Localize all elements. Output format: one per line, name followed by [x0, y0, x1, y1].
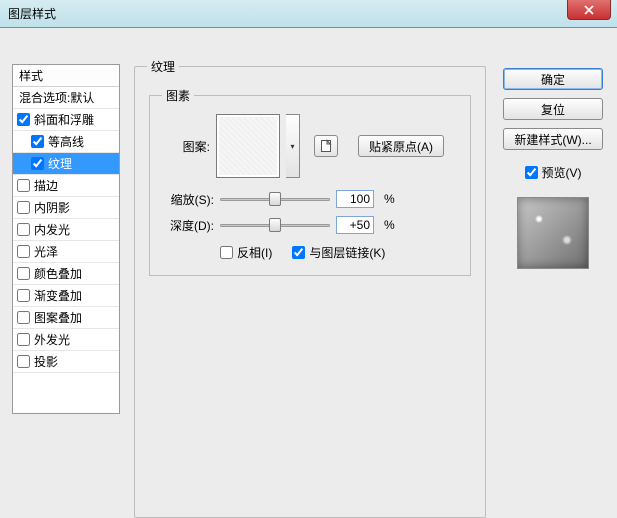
style-item-label: 内阴影: [34, 199, 70, 216]
styles-header[interactable]: 样式: [13, 65, 119, 87]
style-item-label: 描边: [34, 177, 58, 194]
depth-label: 深度(D):: [162, 217, 214, 234]
scale-input[interactable]: [336, 190, 374, 208]
invert-checkbox[interactable]: [220, 246, 233, 259]
chevron-down-icon: ▾: [290, 142, 294, 151]
style-item-8[interactable]: 渐变叠加: [13, 285, 119, 307]
cancel-button[interactable]: 复位: [503, 98, 603, 120]
style-item-checkbox[interactable]: [17, 113, 30, 126]
style-item-label: 渐变叠加: [34, 287, 82, 304]
new-doc-icon: [319, 139, 333, 153]
style-item-label: 纹理: [48, 155, 72, 172]
style-item-label: 斜面和浮雕: [34, 111, 94, 128]
style-item-9[interactable]: 图案叠加: [13, 307, 119, 329]
style-item-6[interactable]: 光泽: [13, 241, 119, 263]
pattern-dropdown[interactable]: ▾: [286, 114, 300, 178]
right-column: 确定 复位 新建样式(W)... 预览(V): [503, 68, 603, 269]
style-item-checkbox[interactable]: [17, 311, 30, 324]
new-style-label: 新建样式(W)...: [514, 133, 591, 147]
style-item-checkbox[interactable]: [17, 289, 30, 302]
link-layer-checkbox-label[interactable]: 与图层链接(K): [292, 244, 385, 261]
style-item-checkbox[interactable]: [17, 179, 30, 192]
style-item-1[interactable]: 等高线: [13, 131, 119, 153]
ok-label: 确定: [541, 73, 565, 87]
style-item-label: 光泽: [34, 243, 58, 260]
style-item-0[interactable]: 斜面和浮雕: [13, 109, 119, 131]
preview-label: 预览(V): [542, 164, 582, 181]
preview-row: 预览(V): [503, 164, 603, 181]
preview-checkbox[interactable]: [525, 166, 538, 179]
style-item-2[interactable]: 纹理: [13, 153, 119, 175]
ok-button[interactable]: 确定: [503, 68, 603, 90]
style-item-label: 内发光: [34, 221, 70, 238]
invert-checkbox-label[interactable]: 反相(I): [220, 244, 272, 261]
new-style-button[interactable]: 新建样式(W)...: [503, 128, 603, 150]
link-layer-label: 与图层链接(K): [309, 244, 385, 261]
snap-origin-label: 贴紧原点(A): [369, 140, 433, 154]
style-item-checkbox[interactable]: [31, 135, 44, 148]
style-item-3[interactable]: 描边: [13, 175, 119, 197]
style-item-label: 图案叠加: [34, 309, 82, 326]
depth-thumb[interactable]: [269, 218, 281, 232]
style-item-label: 投影: [34, 353, 58, 370]
style-blend-options[interactable]: 混合选项:默认: [13, 87, 119, 109]
texture-fieldset: 纹理 图素 图案: ▾ 贴紧原点(A) 缩放(S):: [134, 58, 486, 518]
dialog-body: 样式 混合选项:默认 斜面和浮雕等高线纹理描边内阴影内发光光泽颜色叠加渐变叠加图…: [0, 28, 617, 503]
pattern-legend: 图素: [162, 87, 194, 104]
style-item-checkbox[interactable]: [17, 223, 30, 236]
style-item-checkbox[interactable]: [17, 333, 30, 346]
depth-unit: %: [384, 218, 395, 232]
styles-panel: 样式 混合选项:默认 斜面和浮雕等高线纹理描边内阴影内发光光泽颜色叠加渐变叠加图…: [12, 64, 120, 414]
scale-row: 缩放(S): %: [162, 190, 458, 208]
style-item-checkbox[interactable]: [17, 201, 30, 214]
pattern-swatch[interactable]: [216, 114, 280, 178]
style-blend-label: 混合选项:默认: [19, 89, 94, 106]
style-item-11[interactable]: 投影: [13, 351, 119, 373]
style-item-checkbox[interactable]: [17, 245, 30, 258]
style-item-5[interactable]: 内发光: [13, 219, 119, 241]
scale-slider[interactable]: [220, 191, 330, 207]
style-item-label: 外发光: [34, 331, 70, 348]
link-layer-checkbox[interactable]: [292, 246, 305, 259]
depth-row: 深度(D): %: [162, 216, 458, 234]
scale-thumb[interactable]: [269, 192, 281, 206]
depth-slider[interactable]: [220, 217, 330, 233]
style-item-4[interactable]: 内阴影: [13, 197, 119, 219]
scale-unit: %: [384, 192, 395, 206]
new-pattern-button[interactable]: [314, 135, 338, 157]
depth-input[interactable]: [336, 216, 374, 234]
invert-label: 反相(I): [237, 244, 272, 261]
pattern-fieldset: 图素 图案: ▾ 贴紧原点(A) 缩放(S): %: [149, 87, 471, 276]
style-item-checkbox[interactable]: [17, 355, 30, 368]
pattern-label: 图案:: [162, 138, 210, 155]
texture-legend: 纹理: [147, 58, 179, 75]
close-icon: [584, 5, 594, 15]
preview-thumbnail: [517, 197, 589, 269]
check-row: 反相(I) 与图层链接(K): [220, 244, 458, 261]
style-item-checkbox[interactable]: [31, 157, 44, 170]
style-item-label: 等高线: [48, 133, 84, 150]
titlebar: 图层样式: [0, 0, 617, 28]
close-button[interactable]: [567, 0, 611, 20]
scale-label: 缩放(S):: [162, 191, 214, 208]
cancel-label: 复位: [541, 103, 565, 117]
style-item-7[interactable]: 颜色叠加: [13, 263, 119, 285]
style-item-label: 颜色叠加: [34, 265, 82, 282]
window-title: 图层样式: [8, 5, 56, 22]
snap-origin-button[interactable]: 贴紧原点(A): [358, 135, 444, 157]
style-item-checkbox[interactable]: [17, 267, 30, 280]
style-item-10[interactable]: 外发光: [13, 329, 119, 351]
pattern-row: 图案: ▾ 贴紧原点(A): [162, 114, 458, 178]
